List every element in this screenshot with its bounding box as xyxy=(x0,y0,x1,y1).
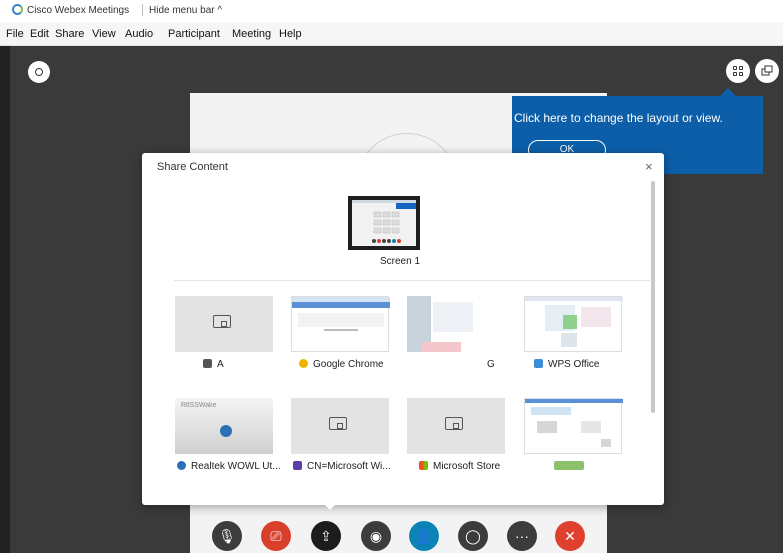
dialog-title: Share Content xyxy=(157,161,228,173)
share-icon: ⇪ xyxy=(320,528,332,544)
menu-audio[interactable]: Audio xyxy=(125,28,153,40)
layout-grid-icon xyxy=(733,66,743,76)
store-icon xyxy=(419,461,428,470)
hide-menu-bar-button[interactable]: Hide menu bar ^ xyxy=(149,5,222,16)
menu-view[interactable]: View xyxy=(92,28,116,40)
globe-icon xyxy=(220,425,232,437)
app-label: Realtek WOWL Ut... xyxy=(177,461,297,472)
menu-bar: File Edit Share View Audio Participant M… xyxy=(0,22,783,46)
wps-office-icon xyxy=(534,359,543,368)
menu-participant[interactable]: Participant xyxy=(168,28,220,40)
app-thumbnail xyxy=(407,398,505,454)
layout-button[interactable] xyxy=(726,59,750,83)
app-label-text: A xyxy=(217,359,224,370)
chat-button[interactable]: ◯ xyxy=(458,521,488,551)
title-separator xyxy=(142,4,143,16)
muted-microphone-icon: 🎙 xyxy=(218,528,236,544)
menu-meeting[interactable]: Meeting xyxy=(232,28,271,40)
share-content-dialog: Share Content × Screen 1 A Google Chrome… xyxy=(142,153,664,505)
float-window-button[interactable] xyxy=(755,59,779,83)
window-icon xyxy=(213,315,231,328)
menu-help[interactable]: Help xyxy=(279,28,302,40)
app-thumbnail xyxy=(407,296,505,352)
more-options-icon: ··· xyxy=(515,528,529,544)
app-label-text: CN=Microsoft Wi... xyxy=(307,461,391,472)
app-icon xyxy=(554,461,584,470)
menu-share[interactable]: Share xyxy=(55,28,84,40)
realtek-thumb-text: RtlSSWake xyxy=(181,402,217,409)
window-icon xyxy=(329,417,347,430)
video-off-icon: ⎚ xyxy=(270,528,282,544)
mute-button[interactable]: 🎙 xyxy=(212,521,242,551)
app-preview-graphic xyxy=(407,296,473,352)
chrome-icon xyxy=(299,359,308,368)
leave-icon: ✕ xyxy=(564,528,576,544)
app-thumbnail xyxy=(291,296,390,352)
app-thumbnail xyxy=(291,398,389,454)
screen-1-label: Screen 1 xyxy=(380,256,421,267)
window-left-edge xyxy=(0,46,10,553)
info-icon xyxy=(35,68,43,76)
app-label-text: Realtek WOWL Ut... xyxy=(191,461,281,472)
app-thumbnail xyxy=(175,296,273,352)
participants-button[interactable]: 👤 xyxy=(409,521,439,551)
dialog-scrollbar[interactable] xyxy=(651,181,655,413)
app-thumbnail xyxy=(524,398,623,454)
window-title: Cisco Webex Meetings xyxy=(27,5,130,16)
record-button[interactable]: ◉ xyxy=(361,521,391,551)
screen-thumbnail-content xyxy=(352,200,416,246)
app-label: WPS Office xyxy=(534,359,654,370)
record-icon: ◉ xyxy=(369,528,383,544)
wps-preview-graphic xyxy=(525,297,623,347)
app-label-text: Microsoft Store xyxy=(433,461,501,472)
meeting-info-button[interactable] xyxy=(28,61,50,83)
app-thumbnail xyxy=(524,296,623,352)
microsoft-icon xyxy=(293,461,302,470)
app-label: Google Chrome xyxy=(299,359,419,370)
webex-logo-icon xyxy=(12,4,23,15)
app-label-text: WPS Office xyxy=(548,359,600,370)
realtek-icon xyxy=(177,461,186,470)
window-app-icon xyxy=(203,359,212,368)
title-bar: Cisco Webex Meetings Hide menu bar ^ xyxy=(0,0,783,23)
menu-edit[interactable]: Edit xyxy=(30,28,49,40)
app-preview-graphic xyxy=(525,399,623,447)
app-thumbnail: RtlSSWake xyxy=(175,398,273,454)
section-divider xyxy=(174,280,652,281)
more-button[interactable]: ··· xyxy=(507,521,537,551)
multi-window-icon xyxy=(761,65,773,76)
video-button[interactable]: ⎚ xyxy=(261,521,291,551)
tooltip-arrow xyxy=(720,88,736,96)
chat-icon: ◯ xyxy=(465,528,481,544)
app-label: Microsoft Store xyxy=(419,461,539,472)
menu-file[interactable]: File xyxy=(6,28,24,40)
screen-thumbnail[interactable] xyxy=(348,196,420,250)
app-label xyxy=(554,461,674,472)
app-label: CN=Microsoft Wi... xyxy=(293,461,413,472)
chrome-preview-graphic xyxy=(292,297,390,331)
app-label-text: G xyxy=(487,359,495,370)
participants-icon: 👤 xyxy=(415,528,433,544)
app-label-text: Google Chrome xyxy=(313,359,384,370)
screen-preview-graphic xyxy=(352,200,416,243)
share-button[interactable]: ⇪ xyxy=(311,521,341,551)
tooltip-text: Click here to change the layout or view. xyxy=(514,111,723,125)
close-icon[interactable]: × xyxy=(645,159,653,174)
window-icon xyxy=(445,417,463,430)
leave-button[interactable]: ✕ xyxy=(555,521,585,551)
share-dialog-caret xyxy=(323,503,337,510)
